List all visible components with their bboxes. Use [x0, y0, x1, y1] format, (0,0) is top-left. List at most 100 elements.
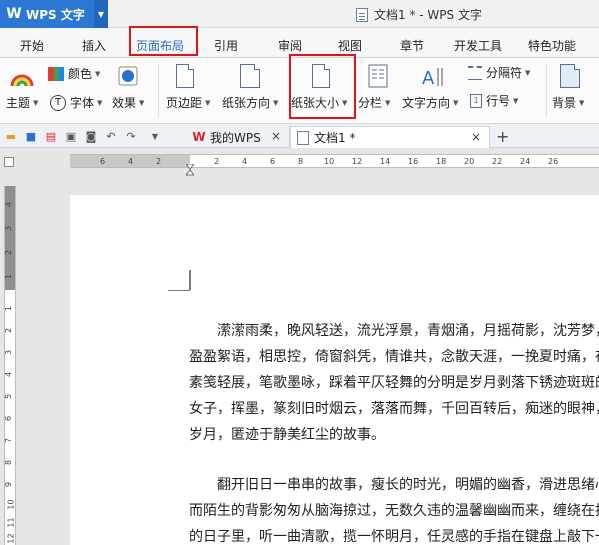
paragraph-1[interactable]: 潆潆雨柔，晚风轻送，流光浮景，青烟涌，月摇荷影，沈芳梦， 盈盈絮语，相思控，倚窗…: [189, 318, 599, 448]
breaks-label: 分隔符: [486, 66, 523, 80]
ruler-tick: 1: [4, 305, 14, 312]
ruler-tick: 8: [298, 157, 304, 166]
rainbow-icon: [10, 66, 34, 91]
color-button[interactable]: 颜色 ▼: [48, 65, 100, 82]
text-line: 而陌生的背影匆匆从脑海掠过，无数久违的温馨幽幽而来，缠绕在指: [189, 503, 599, 519]
ribbon-separator: [158, 64, 159, 118]
open-folder-icon[interactable]: ▬: [4, 129, 18, 143]
ruler-tick: 8: [4, 459, 14, 466]
title-bar: W WPS 文字 ▼ 文档1 * - WPS 文字: [0, 0, 599, 28]
ruler-tick: 9: [4, 481, 14, 488]
ruler-tick: 11: [6, 517, 16, 528]
ruler-tick: 6: [100, 157, 106, 166]
document-icon: [297, 130, 309, 145]
background-icon: [560, 64, 580, 88]
palette-icon: [48, 66, 64, 81]
orientation-label: 纸张方向: [222, 96, 271, 110]
background-label: 背景: [552, 96, 577, 110]
font-label: 字体: [70, 96, 95, 110]
ruler-tick: 4: [128, 157, 134, 166]
horizontal-ruler[interactable]: 6 4 2 2 4 6 8 10 12 14 16 18 20 22 24 26: [70, 154, 599, 168]
text-line: 盈盈絮语，相思控，倚窗斜凭，情谁共，念散天涯，一挽夏时痛，在: [189, 349, 599, 365]
tab-special[interactable]: 特色功能: [528, 37, 576, 54]
undo-icon[interactable]: ↶: [104, 129, 118, 143]
save-icon[interactable]: ■: [24, 129, 38, 143]
font-button[interactable]: T 字体 ▼: [50, 94, 102, 111]
tab-stop-selector[interactable]: [4, 157, 14, 167]
ruler-tick: 16: [408, 157, 419, 166]
chevron-down-icon[interactable]: ▼: [94, 0, 108, 28]
ruler-tick: 22: [492, 157, 503, 166]
ruler-tick: 10: [6, 499, 16, 510]
ruler-tick: 12: [6, 533, 16, 544]
text-direction-button[interactable]: 文字方向 ▼: [402, 94, 458, 111]
background-button[interactable]: 背景 ▼: [552, 94, 584, 111]
ruler-tick: 4: [4, 201, 14, 208]
wps-logo-icon: W: [6, 6, 22, 22]
color-label: 颜色: [68, 67, 93, 81]
ruler-tick: 12: [352, 157, 363, 166]
effect-button[interactable]: 效果 ▼: [112, 94, 144, 111]
close-icon[interactable]: ×: [271, 129, 281, 143]
tab-references[interactable]: 引用: [214, 37, 238, 54]
highlight-box-page-layout: [129, 26, 198, 56]
print-icon[interactable]: ▣: [64, 129, 78, 143]
ruler-tick: 7: [4, 437, 14, 444]
ruler-tick: 6: [270, 157, 276, 166]
ruler-tick: 26: [548, 157, 559, 166]
margins-button[interactable]: 页边距 ▼: [166, 94, 210, 111]
doc-tab-label: 文档1 *: [314, 131, 356, 145]
orientation-button[interactable]: 纸张方向 ▼: [222, 94, 278, 111]
columns-label: 分栏: [358, 96, 383, 110]
ruler-tick: 1: [4, 273, 14, 280]
tab-insert[interactable]: 插入: [82, 37, 106, 54]
paragraph-2[interactable]: 翻开旧日一串串的故事，瘦长的时光，明媚的幽香，滑进思绪心 而陌生的背影匆匆从脑海…: [189, 472, 599, 545]
customize-dropdown-icon[interactable]: ▼: [148, 129, 162, 143]
close-icon[interactable]: ×: [471, 130, 481, 144]
redo-icon[interactable]: ↷: [124, 129, 138, 143]
vertical-ruler[interactable]: 4 3 2 1 1 2 3 4 5 6 7 8 9 10 11 12: [4, 186, 16, 545]
text-direction-label: 文字方向: [402, 96, 451, 110]
tab-sections[interactable]: 章节: [400, 37, 424, 54]
columns-button[interactable]: 分栏 ▼: [358, 94, 390, 111]
tab-review[interactable]: 审阅: [278, 37, 302, 54]
print-preview-icon[interactable]: ◙: [84, 129, 98, 143]
tab-home[interactable]: 开始: [20, 37, 44, 54]
ruler-row: 6 4 2 2 4 6 8 10 12 14 16 18 20 22 24 26: [0, 148, 599, 176]
tab-developer[interactable]: 开发工具: [454, 37, 502, 54]
effect-label: 效果: [112, 96, 137, 110]
ribbon-separator: [546, 64, 547, 118]
margins-icon: [176, 64, 194, 88]
ruler-tick: 20: [464, 157, 475, 166]
doc-tab-my-wps[interactable]: W 我的WPS ×: [186, 126, 290, 148]
columns-icon: [368, 64, 388, 91]
ruler-tick: 2: [4, 249, 14, 256]
ruler-tick: 18: [436, 157, 447, 166]
text-direction-icon: A: [420, 64, 446, 91]
theme-label: 主题: [6, 96, 31, 110]
tab-view[interactable]: 视图: [338, 37, 362, 54]
effect-icon: [118, 66, 138, 89]
font-icon: T: [50, 94, 66, 111]
text-line: 的日子里，听一曲清歌，揽一怀明月，任灵感的手指在键盘上敲下一: [189, 529, 599, 545]
doc-tab-document1[interactable]: 文档1 * ×: [290, 126, 490, 148]
app-menu-button[interactable]: W WPS 文字 ▼: [0, 0, 108, 28]
margin-corner-marker: [168, 290, 190, 291]
line-numbers-icon: 1: [470, 93, 482, 108]
text-line: 女子，挥墨，篆刻旧时烟云，落落而舞，千回百转后，痴迷的眼神，: [189, 401, 599, 417]
ruler-tick: 4: [4, 371, 14, 378]
theme-button[interactable]: 主题 ▼: [6, 94, 38, 111]
ruler-tick: 24: [520, 157, 531, 166]
export-pdf-icon[interactable]: ▤: [44, 129, 58, 143]
margins-label: 页边距: [166, 96, 203, 110]
ruler-tick: 5: [4, 393, 14, 400]
line-numbers-button[interactable]: 1 行号 ▼: [470, 92, 518, 109]
ruler-tick: 4: [242, 157, 248, 166]
window-title-text: 文档1 * - WPS 文字: [374, 8, 482, 22]
breaks-button[interactable]: 分隔符 ▼: [468, 64, 530, 81]
ruler-tick: 3: [4, 349, 14, 356]
ruler-tick: 2: [214, 157, 220, 166]
new-tab-plus-icon[interactable]: +: [496, 127, 509, 146]
wps-icon: W: [192, 130, 206, 144]
ruler-tick: 2: [4, 327, 14, 334]
